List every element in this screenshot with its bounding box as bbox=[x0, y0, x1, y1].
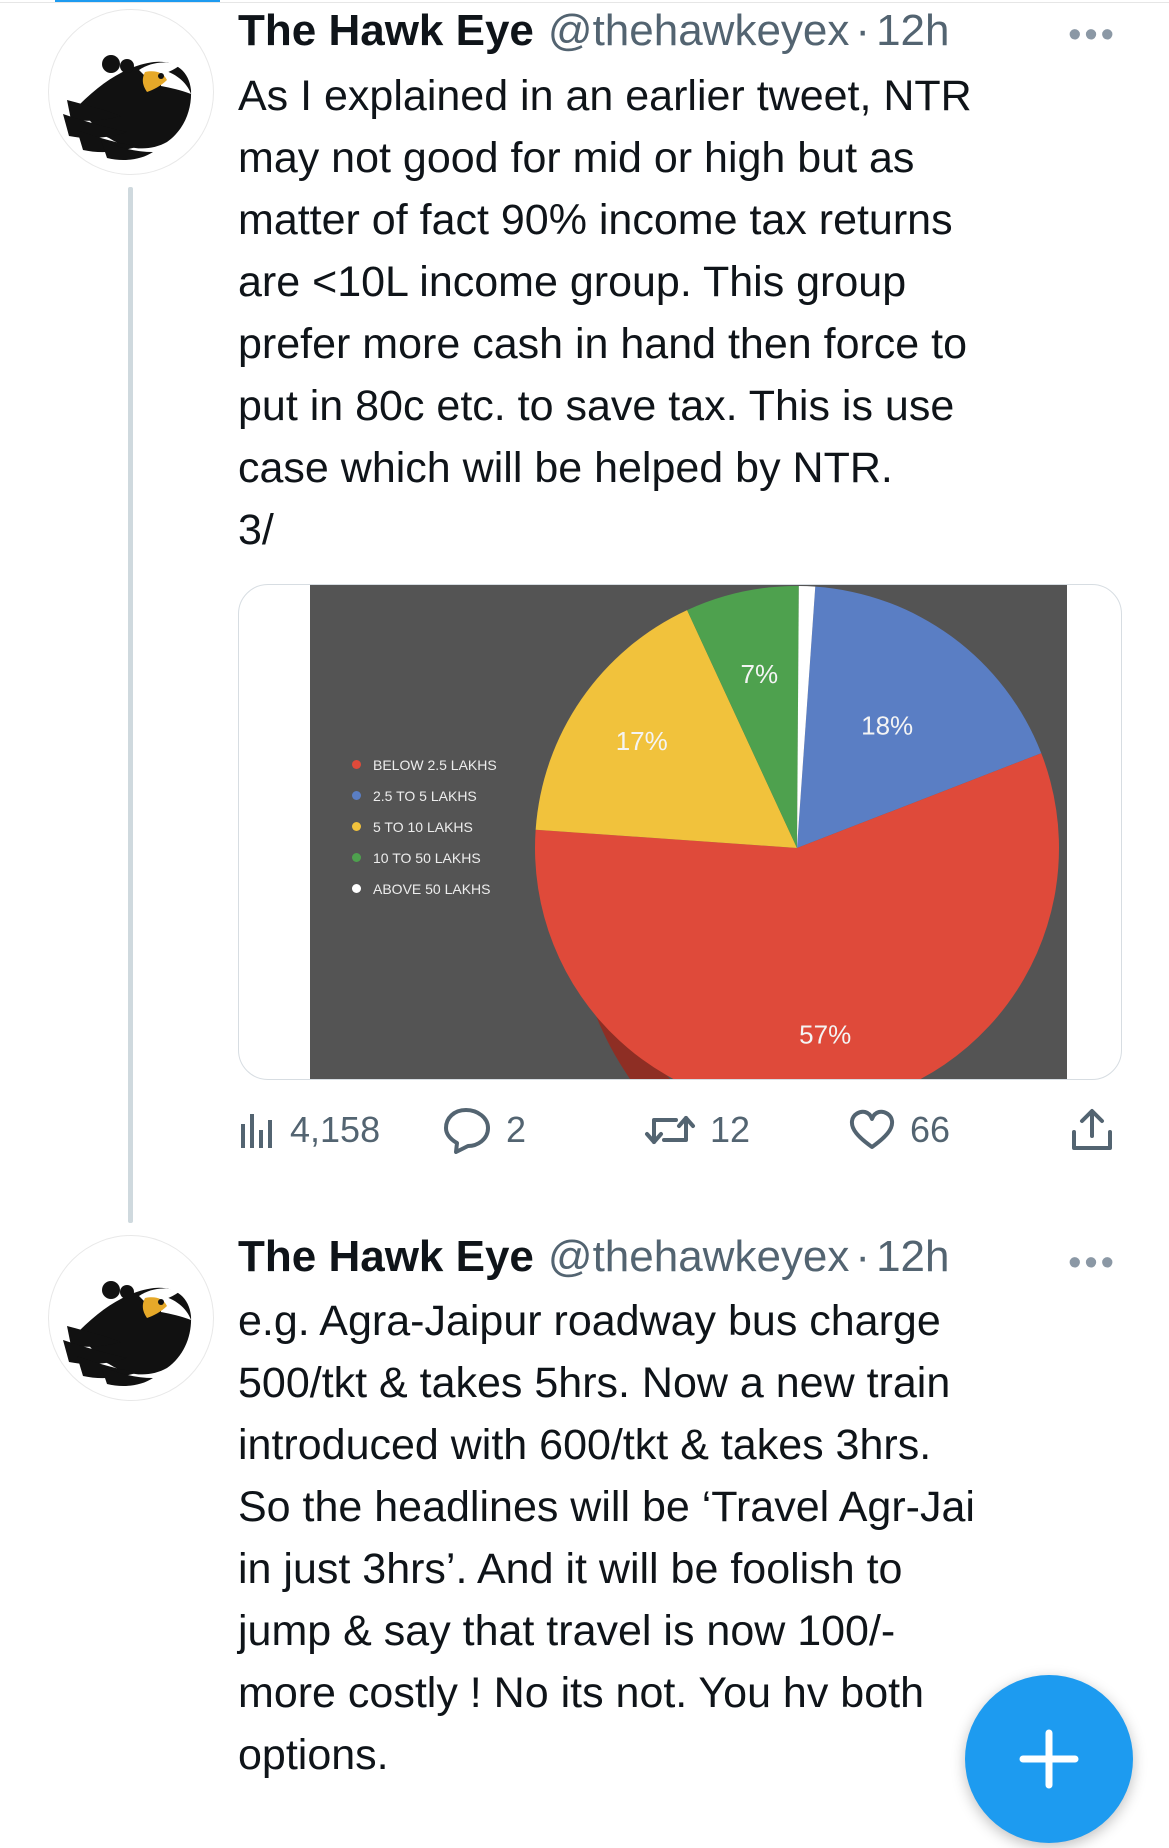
timestamp[interactable]: 12h bbox=[876, 6, 949, 56]
legend-label: 2.5 TO 5 LAKHS bbox=[373, 787, 477, 804]
more-options-icon[interactable]: ••• bbox=[1068, 14, 1117, 57]
slice-label: 7% bbox=[741, 659, 779, 689]
tweet-image[interactable]: 18% 57% 17% 7% 1% BELOW 2.5 LAKHS 2.5 TO 5 LA… bbox=[238, 584, 1122, 1080]
retweet-icon bbox=[645, 1116, 695, 1144]
tweet-actions: 4,158 2 12 66 bbox=[238, 1100, 1118, 1160]
author-name[interactable]: The Hawk Eye bbox=[238, 6, 534, 56]
separator: · bbox=[855, 6, 871, 55]
slice-label: 18% bbox=[861, 711, 913, 741]
pie-chart: 18% 57% 17% 7% 1% BELOW 2.5 LAKHS 2.5 TO 5 LA… bbox=[310, 585, 1067, 1079]
legend-label: 10 TO 50 LAKHS bbox=[373, 849, 481, 866]
tweet-header: The Hawk Eye @thehawkeyex · 12h bbox=[238, 6, 949, 66]
views-count: 4,158 bbox=[290, 1109, 381, 1150]
legend-label: ABOVE 50 LAKHS bbox=[373, 880, 491, 897]
comment-bubble-icon bbox=[444, 1108, 490, 1154]
plus-icon bbox=[1019, 1729, 1079, 1789]
timestamp[interactable]: 12h bbox=[876, 1232, 949, 1282]
compose-button[interactable] bbox=[965, 1675, 1133, 1843]
slice-label: 57% bbox=[799, 1020, 851, 1050]
more-options-icon[interactable]: ••• bbox=[1068, 1242, 1117, 1285]
author-handle[interactable]: @thehawkeyex bbox=[548, 1232, 850, 1282]
legend-item: 2.5 TO 5 LAKHS bbox=[352, 780, 497, 811]
legend-swatch bbox=[352, 884, 361, 893]
reply-button[interactable]: 2 bbox=[442, 1100, 526, 1160]
author-handle[interactable]: @thehawkeyex bbox=[548, 6, 850, 56]
avatar[interactable] bbox=[48, 1235, 214, 1401]
legend-label: 5 TO 10 LAKHS bbox=[373, 818, 473, 835]
avatar[interactable] bbox=[48, 9, 214, 175]
tweet[interactable]: The Hawk Eye @thehawkeyex · 12h ••• As I… bbox=[0, 0, 1169, 1223]
author-name[interactable]: The Hawk Eye bbox=[238, 1232, 534, 1282]
legend-item: 10 TO 50 LAKHS bbox=[352, 842, 497, 873]
legend-swatch bbox=[352, 760, 361, 769]
share-button[interactable] bbox=[1070, 1100, 1114, 1160]
chart-legend: BELOW 2.5 LAKHS 2.5 TO 5 LAKHS 5 TO 10 LAK… bbox=[352, 749, 497, 904]
eagle-logo-icon bbox=[63, 1281, 192, 1386]
slice-label: 1% bbox=[789, 585, 827, 588]
legend-item: BELOW 2.5 LAKHS bbox=[352, 749, 497, 780]
legend-item: 5 TO 10 LAKHS bbox=[352, 811, 497, 842]
views-button[interactable]: 4,158 bbox=[238, 1100, 380, 1160]
retweet-count: 12 bbox=[710, 1109, 751, 1150]
legend-label: BELOW 2.5 LAKHS bbox=[373, 756, 497, 773]
thread-connector-line bbox=[128, 187, 133, 1223]
slice-label: 17% bbox=[616, 726, 668, 756]
separator: · bbox=[855, 1232, 871, 1281]
eagle-logo-icon bbox=[63, 55, 192, 160]
legend-swatch bbox=[352, 853, 361, 862]
legend-swatch bbox=[352, 822, 361, 831]
tweet-header: The Hawk Eye @thehawkeyex · 12h bbox=[238, 1232, 949, 1292]
like-count: 66 bbox=[910, 1109, 951, 1150]
heart-icon bbox=[849, 1109, 895, 1149]
reply-count: 2 bbox=[506, 1109, 527, 1150]
like-button[interactable]: 66 bbox=[848, 1100, 950, 1160]
tweet-text: As I explained in an earlier tweet, NTR … bbox=[238, 72, 972, 554]
share-icon bbox=[1072, 1109, 1112, 1150]
legend-item: ABOVE 50 LAKHS bbox=[352, 873, 497, 904]
legend-swatch bbox=[352, 791, 361, 800]
bar-chart-icon bbox=[241, 1114, 272, 1148]
retweet-button[interactable]: 12 bbox=[644, 1100, 750, 1160]
